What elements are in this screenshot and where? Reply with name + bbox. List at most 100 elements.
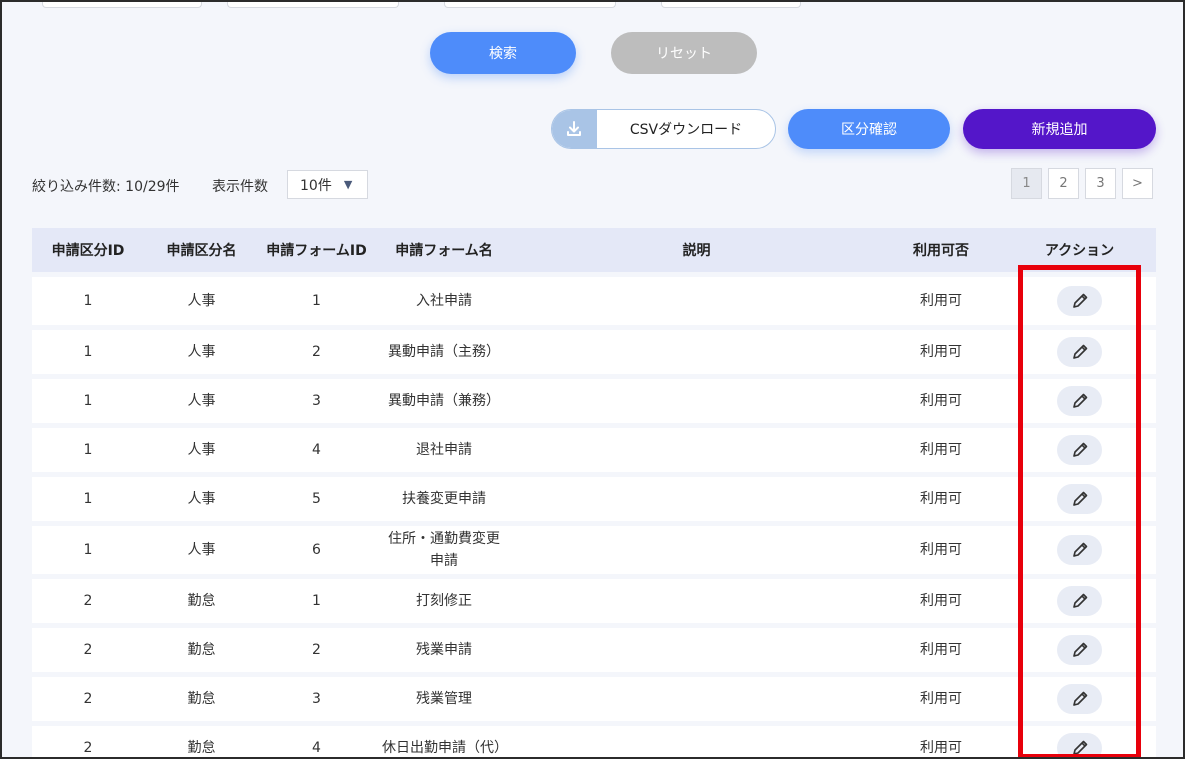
- cell-category-id: 1: [83, 542, 93, 558]
- cell-form-id: 5: [312, 491, 321, 507]
- page-1-button[interactable]: 1: [1011, 168, 1042, 199]
- edit-button[interactable]: [1057, 336, 1102, 367]
- header-availability: 利用可否: [913, 243, 969, 259]
- pencil-icon: [1071, 690, 1089, 708]
- cell-category-id: 1: [83, 393, 93, 409]
- add-new-button[interactable]: 新規追加: [963, 109, 1156, 149]
- table-row: 2 勤怠 4 休日出勤申請（代） 利用可: [32, 726, 1156, 757]
- form-table: 申請区分ID 申請区分名 申請フォームID 申請フォーム名 説明 利用可否 アク…: [32, 223, 1156, 757]
- table-row: 2 勤怠 1 打刻修正 利用可: [32, 579, 1156, 623]
- cell-action: [1003, 628, 1156, 672]
- cell-category-name: 勤怠: [187, 642, 216, 658]
- cell-category-name: 勤怠: [187, 593, 216, 609]
- table-row: 1 人事 6 住所・通勤費変更申請 利用可: [32, 526, 1156, 574]
- cell-description: [514, 277, 879, 325]
- cell-availability: 利用可: [920, 344, 962, 360]
- per-page-select[interactable]: 10件 ▼: [287, 170, 368, 199]
- pencil-icon: [1071, 739, 1089, 757]
- cell-form-name: 住所・通勤費変更申請: [388, 531, 500, 569]
- download-icon: [552, 110, 597, 148]
- cell-category-id: 1: [83, 293, 93, 309]
- cell-action: [1003, 726, 1156, 757]
- cell-category-name: 人事: [187, 393, 216, 409]
- cell-form-id: 6: [312, 542, 321, 558]
- edit-button[interactable]: [1057, 585, 1102, 616]
- edit-button[interactable]: [1057, 385, 1102, 416]
- cell-category-id: 2: [83, 593, 93, 609]
- cell-form-name: 入社申請: [416, 293, 472, 309]
- csv-download-label: CSVダウンロード: [629, 122, 743, 138]
- cell-availability: 利用可: [920, 491, 962, 507]
- cell-category-id: 2: [83, 691, 93, 707]
- header-form-name: 申請フォーム名: [395, 243, 493, 259]
- filter-count: 絞り込み件数: 10/29件: [32, 179, 180, 195]
- cell-form-name: 異動申請（主務）: [388, 344, 500, 360]
- cell-category-name: 勤怠: [187, 740, 216, 756]
- table-row: 1 人事 1 入社申請 利用可: [32, 277, 1156, 325]
- cell-form-id: 3: [312, 691, 321, 707]
- cell-form-id: 3: [312, 393, 321, 409]
- cell-availability: 利用可: [920, 593, 962, 609]
- filter-field-3[interactable]: [444, 2, 616, 8]
- cell-availability: 利用可: [920, 740, 962, 756]
- cell-category-id: 1: [83, 344, 93, 360]
- header-form-id: 申請フォームID: [266, 243, 367, 259]
- category-check-button[interactable]: 区分確認: [788, 109, 950, 149]
- reset-button[interactable]: リセット: [611, 32, 757, 74]
- cell-category-name: 人事: [187, 442, 216, 458]
- edit-button[interactable]: [1057, 434, 1102, 465]
- page-3-button[interactable]: 3: [1085, 168, 1116, 199]
- per-page-value: 10件: [300, 177, 332, 194]
- pencil-icon: [1071, 592, 1089, 610]
- pencil-icon: [1071, 541, 1089, 559]
- cell-category-id: 2: [83, 642, 93, 658]
- cell-category-name: 人事: [187, 542, 216, 558]
- csv-download-button[interactable]: CSVダウンロード: [551, 109, 776, 149]
- edit-button[interactable]: [1057, 634, 1102, 665]
- cell-description: [514, 330, 879, 374]
- category-check-label: 区分確認: [841, 122, 897, 138]
- cell-availability: 利用可: [920, 393, 962, 409]
- edit-button[interactable]: [1057, 483, 1102, 514]
- cell-form-id: 1: [312, 593, 321, 609]
- cell-action: [1003, 579, 1156, 623]
- pencil-icon: [1071, 641, 1089, 659]
- cell-category-name: 勤怠: [187, 691, 216, 707]
- edit-button[interactable]: [1057, 732, 1102, 757]
- cell-category-id: 1: [83, 442, 93, 458]
- edit-button[interactable]: [1057, 683, 1102, 714]
- filter-field-1[interactable]: [42, 2, 202, 8]
- cell-category-id: 2: [83, 740, 93, 756]
- cell-description: [514, 579, 879, 623]
- cell-description: [514, 477, 879, 521]
- cell-category-id: 1: [83, 491, 93, 507]
- cell-action: [1003, 477, 1156, 521]
- cell-form-name: 残業管理: [416, 691, 472, 707]
- page-2-button[interactable]: 2: [1048, 168, 1079, 199]
- cell-action: [1003, 277, 1156, 325]
- filter-field-2[interactable]: [227, 2, 399, 8]
- cell-category-name: 人事: [187, 293, 216, 309]
- cell-description: [514, 526, 879, 574]
- app-frame: 検索 リセット CSVダウンロード 区分確認 新規追加 絞り込み件数: 10/2…: [0, 0, 1185, 759]
- pencil-icon: [1071, 441, 1089, 459]
- cell-availability: 利用可: [920, 642, 962, 658]
- table-row: 1 人事 4 退社申請 利用可: [32, 428, 1156, 472]
- cell-availability: 利用可: [920, 293, 962, 309]
- table-row: 1 人事 2 異動申請（主務） 利用可: [32, 330, 1156, 374]
- cell-form-name: 異動申請（兼務）: [388, 393, 500, 409]
- cell-action: [1003, 428, 1156, 472]
- next-page-button[interactable]: >: [1122, 168, 1153, 199]
- filter-field-4[interactable]: [661, 2, 801, 8]
- edit-button[interactable]: [1057, 285, 1102, 316]
- pencil-icon: [1071, 292, 1089, 310]
- search-button[interactable]: 検索: [430, 32, 576, 74]
- cell-form-name: 扶養変更申請: [402, 491, 486, 507]
- cell-action: [1003, 379, 1156, 423]
- cell-form-name: 休日出勤申請（代）: [382, 740, 508, 756]
- cell-form-id: 4: [312, 442, 321, 458]
- table-header-row: 申請区分ID 申請区分名 申請フォームID 申請フォーム名 説明 利用可否 アク…: [32, 228, 1156, 272]
- edit-button[interactable]: [1057, 534, 1102, 565]
- reset-button-label: リセット: [656, 46, 712, 62]
- cell-description: [514, 726, 879, 757]
